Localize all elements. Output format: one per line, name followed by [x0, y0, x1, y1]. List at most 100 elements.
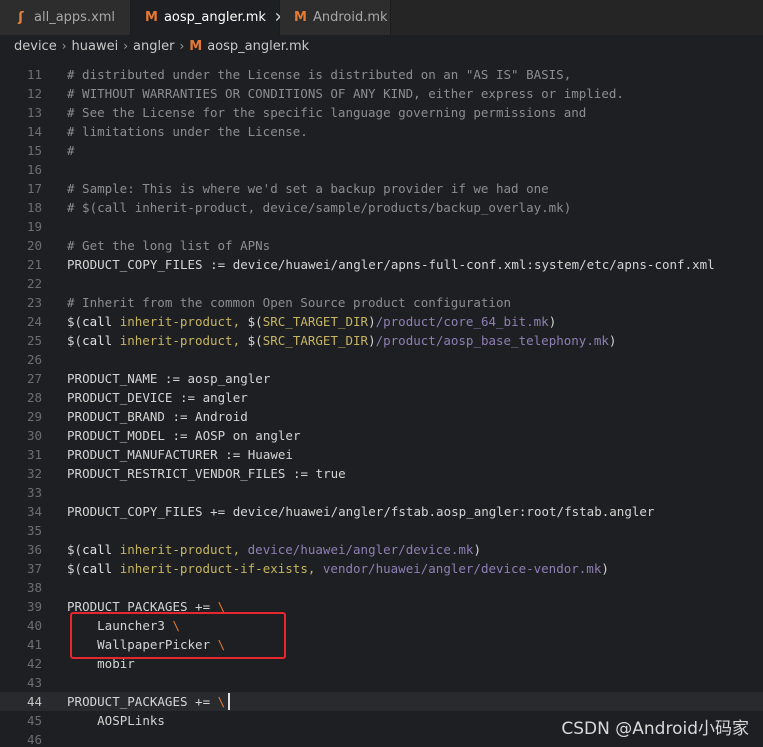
- tab-android-mk[interactable]: M Android.mk: [280, 0, 391, 35]
- code-line[interactable]: 36 $(call inherit-product, device/huawei/…: [0, 540, 763, 559]
- text-caret: [228, 693, 230, 710]
- line-text: PRODUCT_NAME := aosp_angler: [67, 371, 271, 386]
- code-line[interactable]: 37 $(call inherit-product-if-exists, vend…: [0, 559, 763, 578]
- code-line[interactable]: 21 PRODUCT_COPY_FILES := device/huawei/an…: [0, 255, 763, 274]
- code-line[interactable]: 44 PRODUCT_PACKAGES += \: [0, 692, 763, 711]
- tab-label: aosp_angler.mk: [163, 10, 266, 25]
- line-text: $(call inherit-product, $(SRC_TARGET_DIR…: [67, 333, 617, 348]
- line-number: 12: [26, 86, 42, 101]
- line-number: 40: [26, 618, 42, 633]
- line-number: 17: [26, 181, 42, 196]
- line-text: $(call inherit-product-if-exists, vendor…: [67, 561, 609, 576]
- code-editor[interactable]: 11 # distributed under the License is dis…: [0, 57, 763, 747]
- line-text: PRODUCT_PACKAGES += \: [67, 694, 226, 709]
- line-number: 43: [26, 675, 42, 690]
- code-line[interactable]: 26: [0, 350, 763, 369]
- watermark: CSDN @Android小码家: [561, 719, 749, 739]
- code-line[interactable]: 15 #: [0, 141, 763, 160]
- code-line[interactable]: 28 PRODUCT_DEVICE := angler: [0, 388, 763, 407]
- line-number: 16: [26, 162, 42, 177]
- line-number: 41: [26, 637, 42, 652]
- line-text: # $(call inherit-product, device/sample/…: [67, 200, 572, 215]
- breadcrumb-device[interactable]: device: [14, 39, 57, 54]
- line-number: 23: [26, 295, 42, 310]
- line-number: 20: [26, 238, 42, 253]
- tab-label: Android.mk: [312, 10, 388, 25]
- code-line[interactable]: 32 PRODUCT_RESTRICT_VENDOR_FILES := true: [0, 464, 763, 483]
- line-number: 25: [26, 333, 42, 348]
- line-text: PRODUCT_MANUFACTURER := Huawei: [67, 447, 293, 462]
- code-line[interactable]: 13 # See the License for the specific lan…: [0, 103, 763, 122]
- line-text: # distributed under the License is distr…: [67, 67, 572, 82]
- code-line[interactable]: 12 # WITHOUT WARRANTIES OR CONDITIONS OF …: [0, 84, 763, 103]
- breadcrumb: device › huawei › angler › M aosp_angler…: [0, 35, 763, 57]
- code-line[interactable]: 34 PRODUCT_COPY_FILES += device/huawei/an…: [0, 502, 763, 521]
- line-number: 46: [26, 732, 42, 747]
- line-number: 30: [26, 428, 42, 443]
- code-line[interactable]: 35: [0, 521, 763, 540]
- code-line[interactable]: 20 # Get the long list of APNs: [0, 236, 763, 255]
- line-text: # Get the long list of APNs: [67, 238, 271, 253]
- line-number: 28: [26, 390, 42, 405]
- code-line[interactable]: 33: [0, 483, 763, 502]
- line-text: PRODUCT_BRAND := Android: [67, 409, 248, 424]
- line-number: 45: [26, 713, 42, 728]
- code-line[interactable]: 27 PRODUCT_NAME := aosp_angler: [0, 369, 763, 388]
- line-number: 37: [26, 561, 42, 576]
- code-line[interactable]: 43: [0, 673, 763, 692]
- line-number: 32: [26, 466, 42, 481]
- tab-all-apps-xml[interactable]: ʃ all_apps.xml: [0, 0, 131, 35]
- makefile-icon: M: [189, 38, 203, 54]
- line-number: 33: [26, 485, 42, 500]
- line-number: 34: [26, 504, 42, 519]
- code-line[interactable]: 25 $(call inherit-product, $(SRC_TARGET_D…: [0, 331, 763, 350]
- line-number: 36: [26, 542, 42, 557]
- tab-aosp-angler-mk[interactable]: M aosp_angler.mk ✕: [131, 0, 286, 35]
- line-number: 13: [26, 105, 42, 120]
- line-number: 27: [26, 371, 42, 386]
- code-line[interactable]: 38: [0, 578, 763, 597]
- rss-icon: ʃ: [18, 10, 24, 25]
- line-number: 24: [26, 314, 42, 329]
- line-number: 18: [26, 200, 42, 215]
- line-text: # Inherit from the common Open Source pr…: [67, 295, 512, 310]
- line-number: 29: [26, 409, 42, 424]
- code-line[interactable]: 19: [0, 217, 763, 236]
- line-text: $(call inherit-product, $(SRC_TARGET_DIR…: [67, 314, 557, 329]
- chevron-right-icon: ›: [123, 39, 129, 53]
- line-number: 39: [26, 599, 42, 614]
- line-text: # See the License for the specific langu…: [67, 105, 587, 120]
- code-line[interactable]: 17 # Sample: This is where we'd set a bac…: [0, 179, 763, 198]
- line-text: PRODUCT_DEVICE := angler: [67, 390, 248, 405]
- tab-bar: ʃ all_apps.xml M aosp_angler.mk ✕ M Andr…: [0, 0, 763, 35]
- code-line[interactable]: 24 $(call inherit-product, $(SRC_TARGET_D…: [0, 312, 763, 331]
- breadcrumb-huawei[interactable]: huawei: [72, 39, 119, 54]
- line-text: # Sample: This is where we'd set a backu…: [67, 181, 549, 196]
- code-line[interactable]: 18 # $(call inherit-product, device/sampl…: [0, 198, 763, 217]
- code-line[interactable]: 22: [0, 274, 763, 293]
- code-line[interactable]: 30 PRODUCT_MODEL := AOSP on angler: [0, 426, 763, 445]
- line-number: 21: [26, 257, 42, 272]
- breadcrumb-file[interactable]: aosp_angler.mk: [207, 39, 309, 54]
- line-text: # WITHOUT WARRANTIES OR CONDITIONS OF AN…: [67, 86, 624, 101]
- code-line[interactable]: 29 PRODUCT_BRAND := Android: [0, 407, 763, 426]
- line-number: 14: [26, 124, 42, 139]
- breadcrumb-angler[interactable]: angler: [133, 39, 174, 54]
- line-text: PRODUCT_COPY_FILES += device/huawei/angl…: [67, 504, 655, 519]
- line-text: AOSPLinks: [97, 713, 165, 728]
- code-line[interactable]: 14 # limitations under the License.: [0, 122, 763, 141]
- code-line[interactable]: 23 # Inherit from the common Open Source …: [0, 293, 763, 312]
- code-line[interactable]: 31 PRODUCT_MANUFACTURER := Huawei: [0, 445, 763, 464]
- line-number: 35: [26, 523, 42, 538]
- line-number: 38: [26, 580, 42, 595]
- makefile-icon: M: [145, 10, 158, 25]
- chevron-right-icon: ›: [179, 39, 185, 53]
- chevron-right-icon: ›: [61, 39, 67, 53]
- line-text: PRODUCT_RESTRICT_VENDOR_FILES := true: [67, 466, 346, 481]
- makefile-icon: M: [294, 10, 307, 25]
- code-line[interactable]: 16: [0, 160, 763, 179]
- line-number: 19: [26, 219, 42, 234]
- line-text: PRODUCT_COPY_FILES := device/huawei/angl…: [67, 257, 715, 272]
- code-line[interactable]: 11 # distributed under the License is dis…: [0, 65, 763, 84]
- line-text: # limitations under the License.: [67, 124, 308, 139]
